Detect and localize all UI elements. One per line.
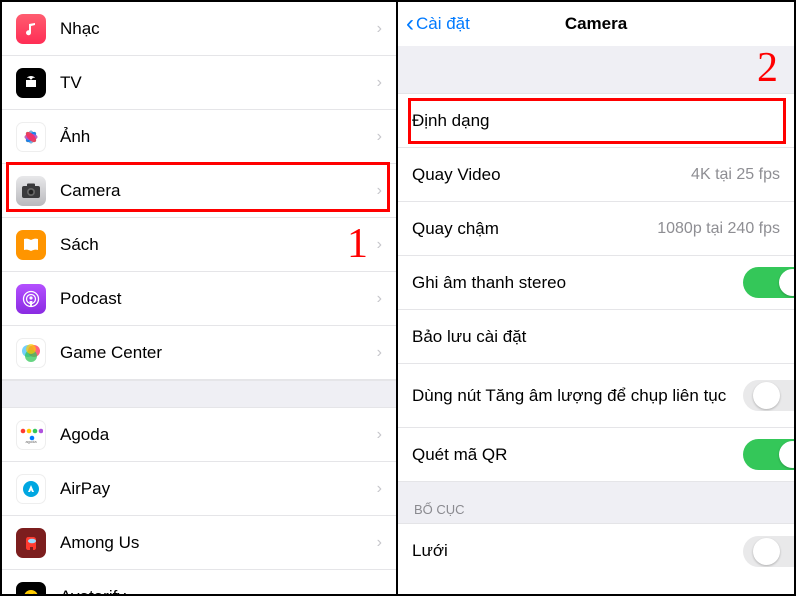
airpay-icon — [16, 474, 46, 504]
chevron-right-icon: › — [377, 74, 382, 92]
camera-row-preserve[interactable]: Bảo lưu cài đặt — [398, 310, 794, 364]
music-icon — [16, 14, 46, 44]
back-button[interactable]: ‹ Cài đặt — [406, 2, 470, 46]
camera-row-format[interactable]: Định dạng — [398, 94, 794, 148]
settings-row-airpay[interactable]: AirPay › — [2, 462, 396, 516]
toggle-grid[interactable] — [743, 536, 794, 567]
row-label: Quét mã QR — [412, 445, 743, 465]
row-label: Ảnh — [60, 127, 371, 147]
row-label: Dùng nút Tăng âm lượng để chụp liên tục — [412, 386, 743, 406]
camera-row-record-video[interactable]: Quay Video 4K tại 25 fps — [398, 148, 794, 202]
chevron-right-icon: › — [377, 480, 382, 498]
section-gap — [2, 380, 396, 408]
section-gap — [398, 46, 794, 94]
row-label: Bảo lưu cài đặt — [412, 327, 780, 347]
row-label: AirPay — [60, 479, 371, 499]
row-label: Nhạc — [60, 19, 371, 39]
camera-row-slomo[interactable]: Quay chậm 1080p tại 240 fps — [398, 202, 794, 256]
settings-row-camera[interactable]: Camera › — [2, 164, 396, 218]
chevron-left-icon: ‹ — [406, 12, 414, 36]
settings-row-amongus[interactable]: Among Us › — [2, 516, 396, 570]
avatarify-icon — [16, 582, 46, 594]
settings-row-gamecenter[interactable]: Game Center › — [2, 326, 396, 380]
toggle-volume-burst[interactable] — [743, 380, 794, 411]
settings-row-music[interactable]: Nhạc › — [2, 2, 396, 56]
row-label: Agoda — [60, 425, 371, 445]
row-label: Quay Video — [412, 165, 691, 185]
chevron-right-icon: › — [377, 128, 382, 146]
settings-row-podcast[interactable]: Podcast › — [2, 272, 396, 326]
photos-icon — [16, 122, 46, 152]
nav-bar: ‹ Cài đặt Camera — [398, 2, 794, 46]
row-label: Avatarify — [60, 587, 371, 594]
row-label: Sách — [60, 235, 371, 255]
row-value: 4K tại 25 fps — [691, 166, 780, 184]
settings-list-pane: Nhạc › TV › — [2, 2, 398, 594]
camera-row-volume-burst: Dùng nút Tăng âm lượng để chụp liên tục — [398, 364, 794, 428]
row-label: Camera — [60, 181, 371, 201]
row-label: Among Us — [60, 533, 371, 553]
agoda-icon: agoda — [16, 420, 46, 450]
chevron-right-icon: › — [377, 290, 382, 308]
camera-row-grid: Lưới — [398, 524, 794, 578]
tv-icon — [16, 68, 46, 98]
settings-row-tv[interactable]: TV › — [2, 56, 396, 110]
chevron-right-icon: › — [377, 182, 382, 200]
camera-row-scan-qr: Quét mã QR — [398, 428, 794, 482]
row-label: TV — [60, 73, 371, 93]
amongus-icon — [16, 528, 46, 558]
tutorial-frame: Nhạc › TV › — [0, 0, 796, 596]
section-header-layout: BỐ CỤC — [398, 482, 794, 524]
podcast-icon — [16, 284, 46, 314]
camera-settings-pane: ‹ Cài đặt Camera Định dạng Quay Video 4K… — [398, 2, 794, 594]
toggle-stereo[interactable] — [743, 267, 794, 298]
chevron-right-icon: › — [377, 534, 382, 552]
settings-row-agoda[interactable]: agoda Agoda › — [2, 408, 396, 462]
chevron-right-icon: › — [377, 426, 382, 444]
toggle-scan-qr[interactable] — [743, 439, 794, 470]
row-label: Game Center — [60, 343, 371, 363]
settings-row-books[interactable]: Sách › — [2, 218, 396, 272]
row-label: Quay chậm — [412, 219, 657, 239]
row-label: Định dạng — [412, 111, 780, 131]
row-label: Ghi âm thanh stereo — [412, 273, 743, 293]
chevron-right-icon: › — [377, 344, 382, 362]
row-label: Podcast — [60, 289, 371, 309]
camera-row-stereo: Ghi âm thanh stereo — [398, 256, 794, 310]
svg-text:agoda: agoda — [25, 439, 37, 444]
gamecenter-icon — [16, 338, 46, 368]
row-label: Lưới — [412, 541, 743, 561]
settings-row-photos[interactable]: Ảnh › — [2, 110, 396, 164]
chevron-right-icon: › — [377, 588, 382, 594]
settings-row-avatarify[interactable]: Avatarify › — [2, 570, 396, 594]
back-label: Cài đặt — [416, 14, 470, 34]
camera-icon — [16, 176, 46, 206]
books-icon — [16, 230, 46, 260]
chevron-right-icon: › — [377, 20, 382, 38]
row-value: 1080p tại 240 fps — [657, 220, 780, 238]
page-title: Camera — [565, 14, 627, 34]
chevron-right-icon: › — [377, 236, 382, 254]
